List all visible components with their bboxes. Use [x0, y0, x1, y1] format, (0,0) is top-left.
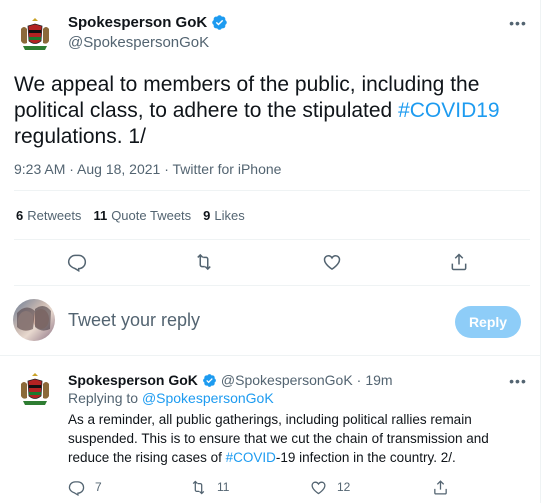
reply-author-name[interactable]: Spokesperson GoK	[68, 372, 198, 388]
coat-of-arms-icon	[14, 370, 56, 412]
coat-of-arms-icon	[14, 15, 56, 57]
author-avatar[interactable]	[14, 15, 56, 57]
reply-action-retweet[interactable]: 11	[190, 477, 229, 497]
verified-badge-icon	[203, 373, 216, 387]
like-icon[interactable]	[320, 250, 344, 274]
retweets-count: 6	[16, 208, 24, 223]
reply-text-part: -19 infection in the country. 2/.	[275, 450, 456, 465]
retweets-stat[interactable]: 6 Retweets	[16, 208, 81, 223]
tweet-text-part: regulations. 1/	[14, 125, 146, 148]
separator-dot: ·	[356, 372, 362, 388]
reply-timestamp[interactable]: 19m	[365, 372, 392, 388]
share-icon	[434, 479, 447, 495]
author-name-text[interactable]: Spokesperson GoK	[68, 14, 207, 31]
reply-author-avatar[interactable]	[14, 370, 56, 412]
retweet-count: 11	[217, 480, 230, 494]
like-icon	[311, 481, 326, 494]
more-options-icon[interactable]: •••	[506, 372, 530, 390]
hashtag-link[interactable]: #COVID19	[398, 99, 500, 122]
quotes-label: Quote Tweets	[111, 208, 192, 223]
reply-author-handle[interactable]: @SpokespersonGoK	[221, 372, 353, 388]
user-avatar[interactable]	[13, 299, 55, 341]
replying-to-label: Replying to	[68, 390, 142, 406]
likes-stat[interactable]: 9 Likes	[203, 208, 245, 223]
hashtag-link[interactable]: #COVID	[226, 450, 276, 465]
likes-label: Likes	[214, 208, 245, 223]
reply-action-reply[interactable]: 7	[68, 477, 102, 497]
timeline-column: Spokesperson GoK @SpokespersonGoK ••• We…	[0, 0, 541, 503]
retweet-icon[interactable]	[192, 250, 216, 274]
like-count: 12	[337, 480, 351, 494]
verified-badge-icon	[212, 15, 227, 30]
reply-button[interactable]: Reply	[455, 306, 521, 338]
divider	[14, 190, 530, 191]
reply-text: As a reminder, all public gatherings, in…	[68, 410, 526, 467]
reply-input[interactable]	[68, 310, 428, 331]
more-options-icon[interactable]: •••	[506, 14, 530, 32]
quotes-count: 11	[93, 208, 108, 223]
tweet-meta[interactable]: 9:23 AM · Aug 18, 2021 · Twitter for iPh…	[14, 161, 281, 177]
reply-header: Spokesperson GoK @SpokespersonGoK · 19m	[68, 372, 393, 388]
retweet-icon	[192, 480, 205, 494]
reply-action-like[interactable]: 12	[310, 477, 350, 497]
replying-to: Replying to @SpokespersonGoK	[68, 390, 274, 406]
divider	[14, 239, 530, 240]
user-photo-icon	[17, 305, 51, 331]
divider	[0, 355, 541, 356]
reply-count: 7	[95, 480, 102, 494]
retweets-label: Retweets	[27, 208, 82, 223]
likes-count: 9	[203, 208, 211, 223]
author-name[interactable]: Spokesperson GoK	[68, 14, 228, 31]
tweet-stats: 6 Retweets 11 Quote Tweets 9 Likes	[16, 208, 245, 223]
reply-icon	[68, 480, 85, 496]
divider	[14, 285, 530, 286]
tweet-text: We appeal to members of the public, incl…	[14, 72, 529, 150]
quote-tweets-stat[interactable]: 11 Quote Tweets	[93, 208, 191, 223]
share-icon[interactable]	[447, 250, 471, 274]
reply-action-share[interactable]	[432, 477, 449, 497]
author-handle[interactable]: @SpokespersonGoK	[68, 34, 209, 51]
reply-icon[interactable]	[65, 250, 89, 274]
replying-to-handle[interactable]: @SpokespersonGoK	[142, 390, 274, 406]
